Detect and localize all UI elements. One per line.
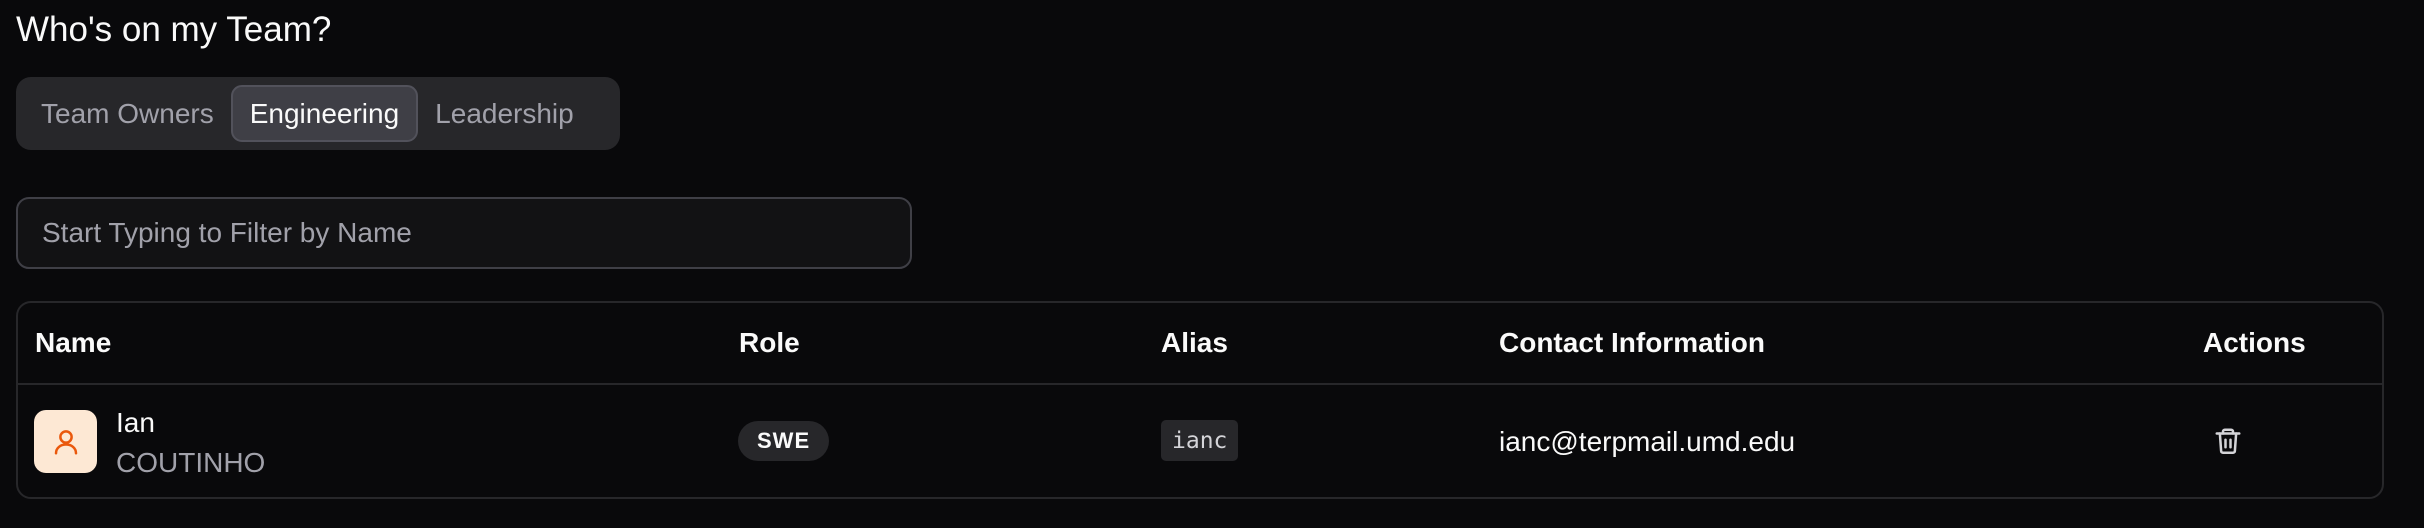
page-title: Who's on my Team?: [16, 10, 332, 49]
member-last-name: COUTINHO: [116, 447, 266, 478]
trash-icon[interactable]: [2213, 425, 2243, 457]
contact-email: ianc@terpmail.umd.edu: [1499, 426, 1796, 457]
column-header-role: Role: [739, 327, 800, 358]
tab-leadership[interactable]: Leadership: [418, 85, 591, 142]
column-header-actions: Actions: [2203, 327, 2306, 358]
delete-member-button[interactable]: [2208, 421, 2248, 461]
tab-engineering[interactable]: Engineering: [230, 85, 419, 142]
user-icon: [54, 429, 77, 454]
tab-team-owners[interactable]: Team Owners: [24, 85, 231, 142]
table-header-row: Name Role Alias Contact Information Acti…: [18, 303, 2382, 385]
column-header-alias: Alias: [1161, 327, 1228, 358]
column-header-contact: Contact Information: [1499, 327, 1765, 358]
table-row[interactable]: Ian COUTINHO SWE ianc ianc@terpmail.umd.…: [18, 385, 2382, 497]
team-tabs: Team Owners Engineering Leadership: [16, 77, 620, 150]
alias-code: ianc: [1161, 420, 1239, 461]
column-header-name: Name: [35, 327, 112, 358]
avatar: [34, 410, 97, 473]
role-badge: SWE: [738, 421, 830, 461]
member-first-name: Ian: [116, 407, 155, 438]
filter-by-name-input[interactable]: [16, 197, 912, 269]
team-members-table: Name Role Alias Contact Information Acti…: [16, 301, 2384, 499]
